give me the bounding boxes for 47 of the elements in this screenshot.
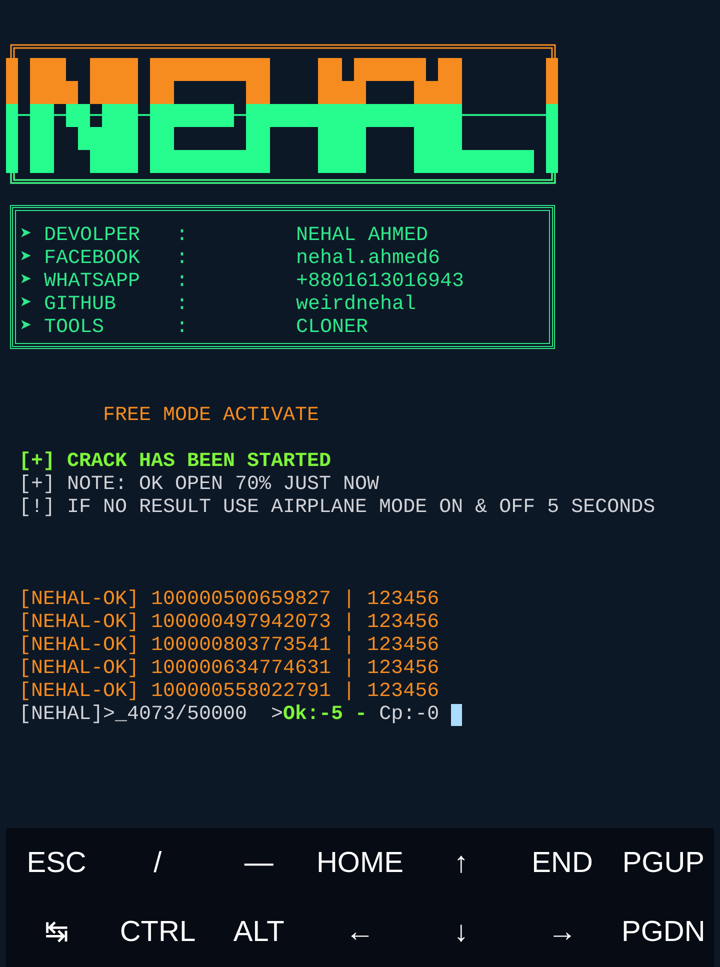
key-button[interactable]: HOME — [309, 842, 411, 883]
status-message: [!] IF NO RESULT USE AIRPLANE MODE ON & OFF 5 SECONDS — [19, 496, 656, 519]
result-line: [NEHAL-OK] 100000634774631 | 123456 — [19, 657, 440, 680]
info-label: TOOLS — [44, 316, 106, 339]
key-button[interactable]: CTRL — [107, 912, 208, 952]
info-label: GITHUB — [44, 293, 118, 316]
key-button[interactable]: → — [512, 912, 613, 952]
status-message: [+] NOTE: OK OPEN 70% JUST NOW — [19, 473, 380, 496]
progress-text: [NEHAL]>_4073/50000 > — [19, 703, 284, 726]
arrow-bullet: ➤ — [20, 316, 34, 339]
arrow-bullet: ➤ — [20, 224, 34, 247]
result-line: [NEHAL-OK] 100000497942073 | 123456 — [19, 611, 440, 634]
key-button[interactable]: ↹ — [6, 912, 108, 952]
info-label: DEVOLPER — [44, 224, 142, 247]
result-line: [NEHAL-OK] 100000500659827 | 123456 — [19, 588, 440, 611]
result-line: [NEHAL-OK] 100000558022791 | 123456 — [19, 680, 440, 703]
ok-count: Ok:-5 - — [283, 703, 368, 726]
info-colon: : — [176, 293, 190, 316]
info-value: NEHAL AHMED — [296, 224, 428, 247]
info-colon: : — [176, 224, 190, 247]
info-colon: : — [176, 316, 190, 339]
key-button[interactable]: — — [208, 842, 310, 883]
info-value: nehal.ahmed6 — [296, 247, 440, 270]
arrow-bullet: ➤ — [20, 293, 34, 316]
key-button[interactable]: PGDN — [612, 912, 714, 952]
arrow-bullet: ➤ — [20, 247, 34, 270]
cursor — [451, 704, 462, 726]
key-button[interactable]: END — [512, 842, 613, 883]
cp-count: Cp:-0 — [379, 703, 440, 726]
info-label: FACEBOOK — [44, 247, 142, 270]
info-value: weirdnehal — [296, 293, 416, 316]
result-line: [NEHAL-OK] 100000803773541 | 123456 — [19, 634, 440, 657]
info-colon: : — [176, 247, 190, 270]
key-button[interactable]: ↑ — [410, 842, 512, 883]
key-button[interactable]: ← — [309, 912, 411, 952]
key-button[interactable]: ESC — [6, 842, 108, 883]
info-value: +8801613016943 — [296, 270, 464, 293]
key-button[interactable]: ALT — [208, 912, 310, 952]
info-value: CLONER — [296, 316, 368, 339]
key-button[interactable]: ↓ — [410, 912, 512, 952]
arrow-bullet: ➤ — [20, 270, 34, 293]
status-message: [+] CRACK HAS BEEN STARTED — [19, 450, 332, 473]
key-button[interactable]: PGUP — [612, 842, 714, 883]
key-button[interactable]: / — [107, 842, 208, 883]
info-colon: : — [176, 270, 190, 293]
info-label: WHATSAPP — [44, 270, 142, 293]
mode-text: FREE MODE ACTIVATE — [103, 404, 320, 427]
